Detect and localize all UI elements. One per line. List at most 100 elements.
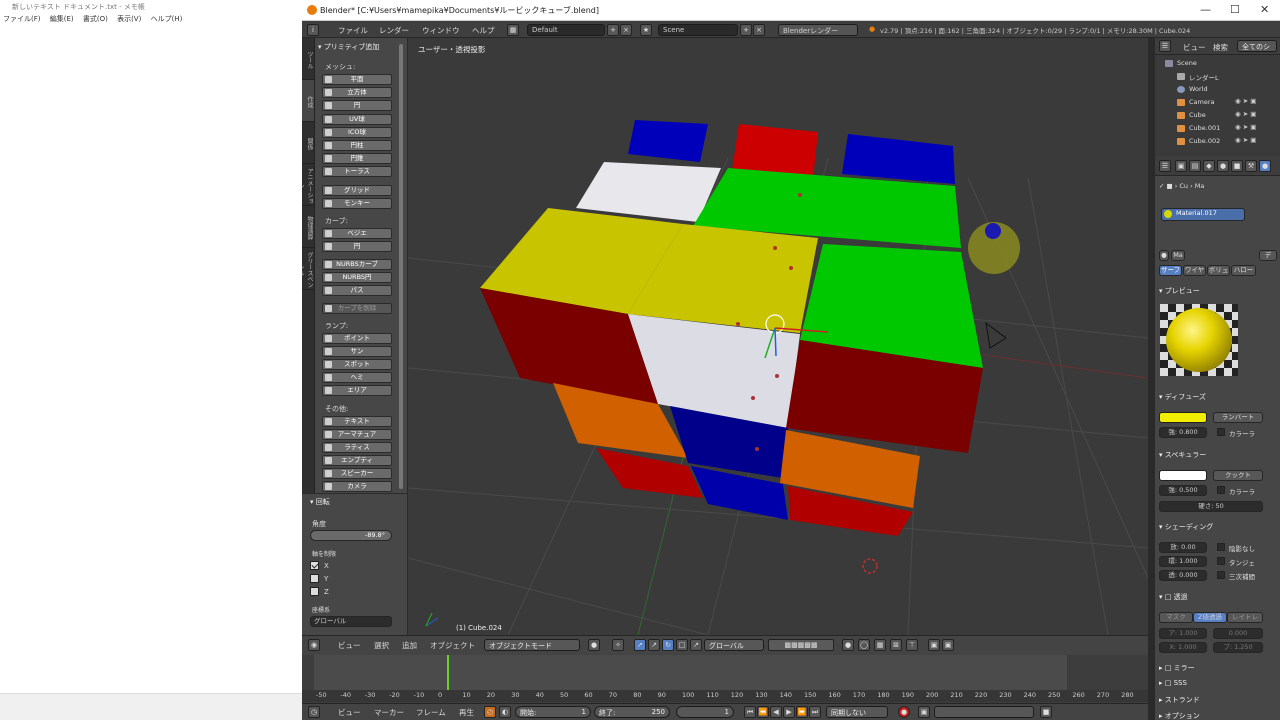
axis-y-checkbox[interactable] <box>310 574 319 583</box>
tab-create[interactable]: 作成 <box>302 80 314 122</box>
menu-file[interactable]: ファイル <box>338 25 368 36</box>
cubic-checkbox[interactable] <box>1217 571 1225 579</box>
add-spot-lamp-button[interactable]: スポット <box>322 359 392 370</box>
jump-end-icon[interactable]: ⏭ <box>809 706 821 718</box>
material-slot-item[interactable]: Material.017 <box>1161 208 1245 221</box>
outliner-menu-search[interactable]: 検索 <box>1213 42 1228 53</box>
preview-tab-surface[interactable]: サーフ <box>1159 265 1182 276</box>
add-armature-button[interactable]: アーマチュア <box>322 429 392 440</box>
specular-color-swatch[interactable] <box>1159 470 1207 481</box>
record-icon[interactable]: ● <box>898 706 910 718</box>
play-reverse-icon[interactable]: ◀ <box>770 706 782 718</box>
menu-help[interactable]: ヘルプ <box>472 25 495 36</box>
menu-window[interactable]: ウィンドウ <box>422 25 460 36</box>
keying-set-field[interactable] <box>934 706 1034 718</box>
timeline-frame-range[interactable] <box>314 655 1067 690</box>
snap-target-icon[interactable]: ⊤ <box>906 639 918 651</box>
preview-header[interactable]: ▾ プレビュー <box>1159 286 1200 296</box>
shading-icon[interactable]: ● <box>588 639 600 651</box>
diffuse-color-swatch[interactable] <box>1159 412 1207 423</box>
proportional-icon[interactable]: ◯ <box>858 639 870 651</box>
axis-z-checkbox[interactable] <box>310 587 319 596</box>
tl-menu-playback[interactable]: 再生 <box>459 707 474 718</box>
tab-relations[interactable]: 関係 <box>302 122 314 164</box>
3d-cursor-icon[interactable] <box>862 558 878 574</box>
outliner-display-select[interactable]: 全てのシ <box>1237 40 1277 52</box>
trans-tab-mask[interactable]: マスク <box>1159 612 1193 623</box>
sticker-top-blue-2[interactable] <box>842 134 955 184</box>
material-browse-icon[interactable]: ● <box>1159 250 1169 261</box>
vh-menu-select[interactable]: 選択 <box>374 640 389 651</box>
tl-menu-marker[interactable]: マーカー <box>374 707 404 718</box>
scene-icon[interactable]: ★ <box>640 24 652 36</box>
layers-tab-icon[interactable]: ▤ <box>1189 160 1201 172</box>
outliner-row-cube[interactable]: Cube ◉ ➤ ▣ <box>1155 109 1280 122</box>
properties-editor-icon[interactable]: ☰ <box>1159 160 1171 172</box>
menu-render[interactable]: レンダー <box>379 25 409 36</box>
camera-object[interactable] <box>985 321 1007 349</box>
sticker-top-blue-1[interactable] <box>628 120 708 162</box>
tangent-checkbox[interactable] <box>1217 557 1225 565</box>
layout-grid-icon[interactable]: ▦ <box>507 24 519 36</box>
add-cylinder-button[interactable]: 円柱 <box>322 140 392 151</box>
add-hemi-lamp-button[interactable]: ヘミ <box>322 372 392 383</box>
outliner-row-cube-002[interactable]: Cube.002 ◉ ➤ ▣ <box>1155 135 1280 148</box>
start-frame-field[interactable]: 開始: 1 <box>515 706 591 718</box>
outliner-row-renderlayers[interactable]: レンダーL <box>1155 70 1280 83</box>
insert-key-icon[interactable]: ■ <box>1040 706 1052 718</box>
spec-trans-field[interactable]: X: 1.000 <box>1159 642 1207 653</box>
sync-select[interactable]: 同期しない <box>826 706 888 718</box>
outliner-row-scene[interactable]: Scene <box>1155 57 1280 70</box>
preview-tab-halo[interactable]: ハロー <box>1231 265 1256 276</box>
manipulator-z-arrow[interactable] <box>774 327 777 357</box>
sticker-top-white[interactable] <box>576 162 721 222</box>
hardness-field[interactable]: 硬さ: 50 <box>1159 501 1263 512</box>
add-monkey-button[interactable]: モンキー <box>322 198 392 209</box>
object-tab-icon[interactable]: ■ <box>1231 160 1243 172</box>
next-key-icon[interactable]: ⏩ <box>796 706 808 718</box>
diffuse-intensity-field[interactable]: 強: 0.800 <box>1159 427 1207 438</box>
mirror-header[interactable]: ▸ □ ミラー <box>1159 663 1195 673</box>
add-nurbs-curve-button[interactable]: NURBSカーブ <box>322 259 392 270</box>
vh-menu-view[interactable]: ビュー <box>338 640 361 651</box>
render-tab-icon[interactable]: ▣ <box>1175 160 1187 172</box>
add-empty-button[interactable]: エンプティ <box>322 455 392 466</box>
add-path-button[interactable]: パス <box>322 285 392 296</box>
vh-menu-add[interactable]: 追加 <box>402 640 417 651</box>
preview-tab-wire[interactable]: ワイヤ <box>1183 265 1206 276</box>
transform-orientation-icon[interactable]: ↗ <box>690 639 702 651</box>
add-icosphere-button[interactable]: ICO球 <box>322 127 392 138</box>
add-torus-button[interactable]: トーラス <box>322 166 392 177</box>
3d-viewport[interactable]: ユーザー・透視投影 (1) Cube.024 <box>408 38 1148 635</box>
rotate-icon[interactable]: ↻ <box>662 639 674 651</box>
tl-menu-view[interactable]: ビュー <box>338 707 361 718</box>
timeline-editor-icon[interactable]: ◷ <box>308 706 320 718</box>
sss-header[interactable]: ▸ □ SSS <box>1159 679 1187 687</box>
scene-tab-icon[interactable]: ◆ <box>1203 160 1215 172</box>
orientation-select[interactable]: グローバル <box>310 616 392 627</box>
timeline-playhead[interactable] <box>447 655 449 690</box>
specular-shader-select[interactable]: クックト <box>1213 470 1263 481</box>
add-bezier-button[interactable]: ベジエ <box>322 228 392 239</box>
tab-grease-pencil[interactable]: グリースペンシル <box>302 248 314 290</box>
tab-physics[interactable]: 物理演算 <box>302 206 314 248</box>
diffuse-header[interactable]: ▾ ディフューズ <box>1159 392 1206 402</box>
add-point-lamp-button[interactable]: ポイント <box>322 333 392 344</box>
keying-set-icon[interactable]: ▣ <box>918 706 930 718</box>
maximize-icon[interactable]: ☐ <box>1230 3 1240 16</box>
pivot-icon[interactable]: ✧ <box>612 639 624 651</box>
play-icon[interactable]: ▶ <box>783 706 795 718</box>
add-text-button[interactable]: テキスト <box>322 416 392 427</box>
options-header[interactable]: ▸ オプション <box>1159 711 1200 720</box>
strand-header[interactable]: ▸ ストランド <box>1159 695 1200 705</box>
snap-icon[interactable]: ▦ <box>874 639 886 651</box>
diffuse-shader-select[interactable]: ランバート <box>1213 412 1263 423</box>
shading-header[interactable]: ▾ シェーディング <box>1159 522 1213 532</box>
material-tab-icon[interactable]: ● <box>1259 160 1271 172</box>
notepad-menu-edit[interactable]: 編集(E) <box>50 15 74 23</box>
ambient-field[interactable]: 環: 1.000 <box>1159 556 1207 567</box>
outliner-editor-icon[interactable]: ☰ <box>1159 40 1171 52</box>
blend-field[interactable]: ブ: 1.250 <box>1213 642 1263 653</box>
notepad-menu-format[interactable]: 書式(O) <box>83 15 108 23</box>
tl-menu-frame[interactable]: フレーム <box>416 707 446 718</box>
